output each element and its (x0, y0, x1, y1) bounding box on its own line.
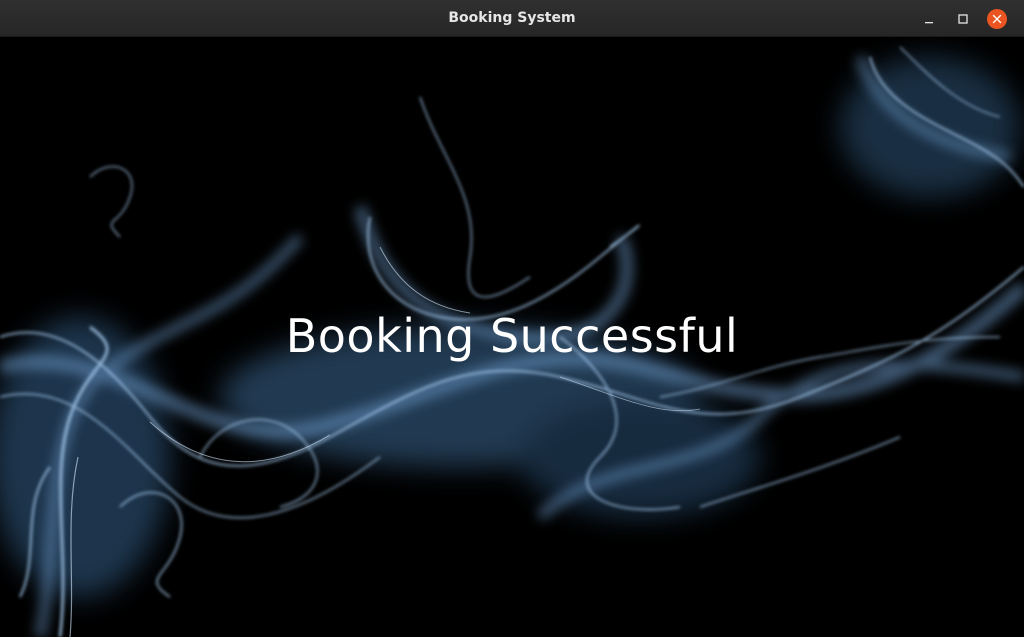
booking-status-message: Booking Successful (285, 309, 739, 363)
window-title: Booking System (448, 10, 576, 26)
main-content: Booking Successful (0, 37, 1024, 637)
minimize-button[interactable] (912, 0, 946, 37)
maximize-button[interactable] (946, 0, 980, 37)
app-window: Booking System Booking Successful (0, 0, 1024, 637)
title-bar[interactable]: Booking System (0, 0, 1024, 37)
maximize-icon (958, 13, 968, 24)
minimize-icon (925, 21, 933, 23)
window-controls (912, 0, 1014, 37)
close-button[interactable] (980, 0, 1014, 37)
close-icon (987, 8, 1007, 29)
